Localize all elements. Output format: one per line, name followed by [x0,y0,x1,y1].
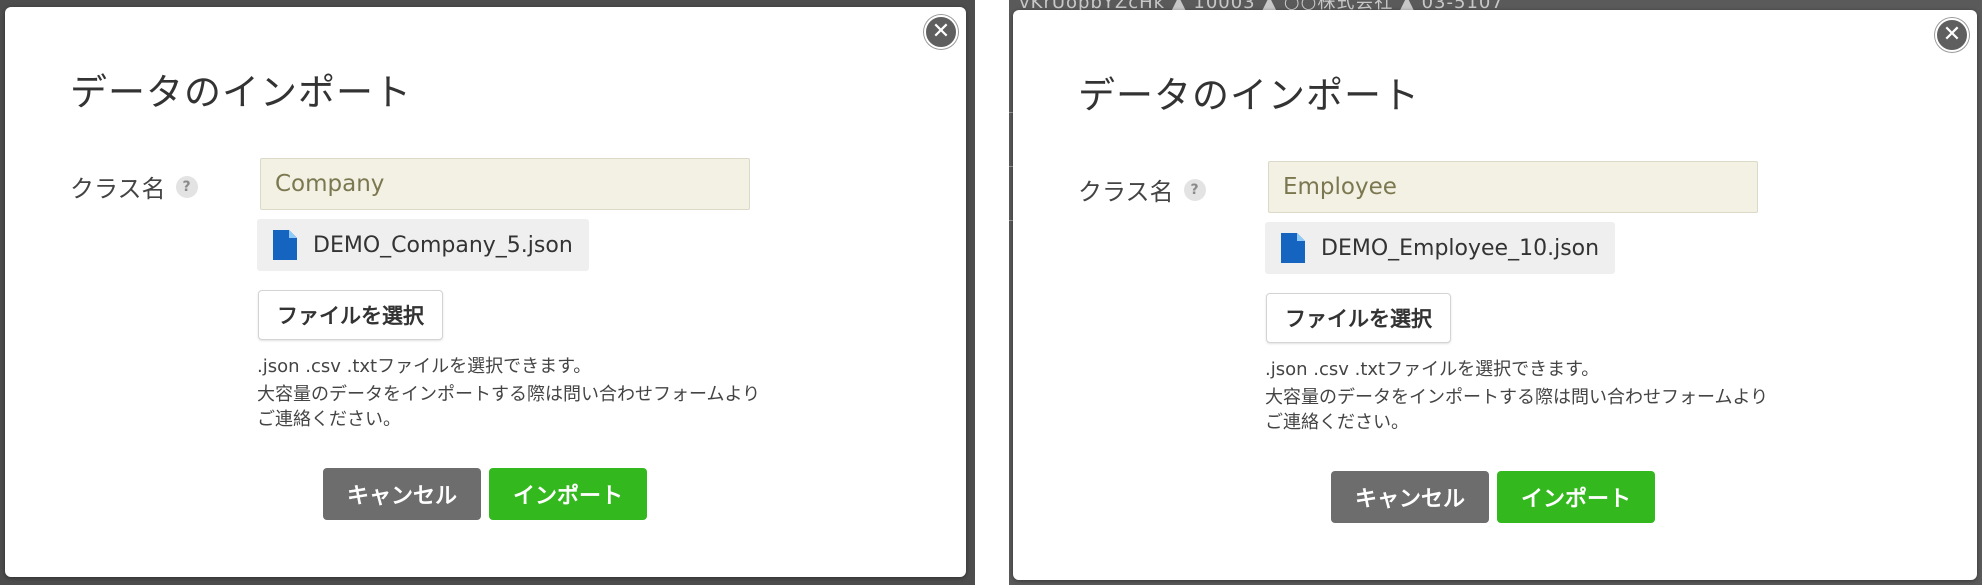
help-icon[interactable]: ? [175,175,198,198]
import-button[interactable]: インポート [1497,471,1655,523]
screenshot-left: ✕ データのインポート クラス名 ? DEMO_Company_5.json フ… [0,0,975,585]
class-name-label: クラス名 [1078,178,1174,206]
large-data-hint: 大容量のデータをインポートする際は問い合わせフォームよりご連絡ください。 [257,384,761,430]
selected-file-name: DEMO_Employee_10.json [1321,235,1600,261]
import-dialog: ✕ データのインポート クラス名 ? DEMO_Company_5.json フ… [5,7,966,577]
select-file-button[interactable]: ファイルを選択 [1266,293,1451,343]
dialog-actions: キャンセル インポート [323,468,647,520]
class-name-input[interactable] [260,158,750,210]
large-data-hint: 大容量のデータをインポートする際は問い合わせフォームよりご連絡ください。 [1265,387,1769,433]
class-name-input[interactable] [1268,161,1758,213]
selected-file-chip: DEMO_Employee_10.json [1265,222,1616,274]
import-dialog: ✕ データのインポート クラス名 ? DEMO_Employee_10.json… [1013,10,1977,580]
class-name-label: クラス名 [70,175,166,203]
file-format-hint: .json .csv .txtファイルを選択できます。 [1265,359,1600,380]
file-document-icon [273,230,297,260]
import-button[interactable]: インポート [489,468,647,520]
help-icon[interactable]: ? [1183,178,1206,201]
select-file-button[interactable]: ファイルを選択 [258,290,443,340]
file-format-hint: .json .csv .txtファイルを選択できます。 [257,356,592,377]
selected-file-chip: DEMO_Company_5.json [257,219,589,271]
dialog-actions: キャンセル インポート [1331,471,1655,523]
close-icon[interactable]: ✕ [1935,18,1969,52]
file-document-icon [1281,233,1305,263]
class-name-label-row: クラス名 ? [70,169,198,204]
dialog-title: データのインポート [70,71,412,114]
cancel-button[interactable]: キャンセル [323,468,481,520]
selected-file-name: DEMO_Company_5.json [313,232,573,258]
cancel-button[interactable]: キャンセル [1331,471,1489,523]
screenshot-right: vKrUopbYZcHk ▲ 10003 ▲ ○○株式会社 ▲ 03-5107 … [1009,0,1982,585]
dialog-title: データのインポート [1078,74,1420,117]
close-icon[interactable]: ✕ [924,15,958,49]
class-name-label-row: クラス名 ? [1078,172,1206,207]
